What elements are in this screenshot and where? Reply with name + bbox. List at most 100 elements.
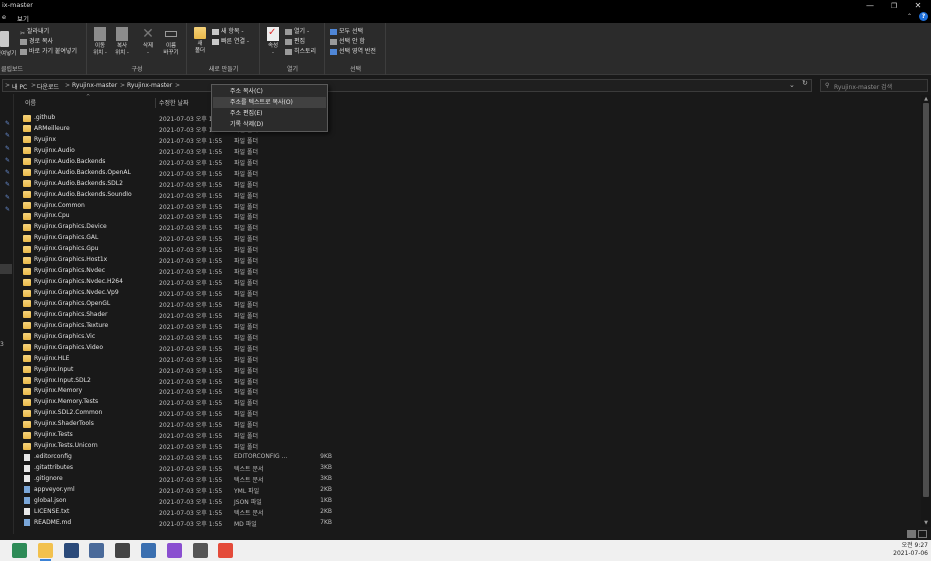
close-button[interactable]: ✕	[906, 0, 930, 11]
file-row[interactable]: Ryujinx.ShaderTools 2021-07-03 오후 1:55 파일 …	[20, 419, 800, 430]
properties-button[interactable]: ✓ 속성 -	[263, 27, 283, 57]
select-all-button[interactable]: 모두 선택	[330, 27, 363, 36]
address-lead-chevron[interactable]: >	[5, 82, 10, 89]
pin-icon[interactable]: ✎	[5, 181, 10, 188]
paste-shortcut-button[interactable]: 바로 가기 붙여넣기	[20, 47, 77, 56]
column-header-name[interactable]: 이름	[25, 98, 36, 108]
file-row[interactable]: ARMeilleure2021-07-03 오후 1:55파일 폴더	[20, 124, 800, 135]
file-row[interactable]: Ryujinx.SDL2.Common 2021-07-03 오후 1:55 파일 …	[20, 408, 800, 419]
file-row[interactable]: Ryujinx.Graphics.Nvdec.H264 2021-07-03 오후…	[20, 277, 800, 288]
app-icon[interactable]	[89, 543, 105, 558]
breadcrumb-sep[interactable]: >	[120, 82, 125, 89]
tool-icon[interactable]	[115, 543, 131, 558]
pin-icon[interactable]: ✎	[5, 194, 10, 201]
file-row[interactable]: README.md 2021-07-03 오후 1:55 MD 파일 7KB	[20, 518, 800, 529]
file-row[interactable]: Ryujinx.Memory.Tests 2021-07-03 오후 1:55 파일…	[20, 397, 800, 408]
menu-tab-view[interactable]: 보기	[17, 13, 29, 23]
breadcrumb-downloads[interactable]: 다운로드	[37, 82, 59, 91]
file-row[interactable]: .gitignore 2021-07-03 오후 1:55 텍스트 문서 3KB	[20, 474, 800, 485]
spreadsheet-icon[interactable]	[12, 543, 27, 558]
file-row[interactable]: global.json 2021-07-03 오후 1:55 JSON 파일 1KB	[20, 496, 800, 507]
system-clock[interactable]: 오전 9:27 2021-07-06	[893, 542, 928, 558]
refresh-icon[interactable]: ↻	[802, 79, 808, 87]
file-row[interactable]: appveyor.yml 2021-07-03 오후 1:55 YML 파일 2KB	[20, 485, 800, 496]
rename-button[interactable]: 이름 바꾸기	[161, 27, 181, 57]
file-row[interactable]: Ryujinx.Audio.Backends.SDL2 2021-07-03 오후…	[20, 179, 800, 190]
file-row[interactable]: Ryujinx.Cpu 2021-07-03 오후 1:55 파일 폴더	[20, 211, 800, 222]
breadcrumb-ryujinx-master-2[interactable]: Ryujinx-master	[127, 82, 172, 89]
file-row[interactable]: Ryujinx.Audio 2021-07-03 오후 1:55 파일 폴더	[20, 146, 800, 157]
pin-icon[interactable]: ✎	[5, 120, 10, 127]
file-row[interactable]: Ryujinx.Input.SDL2 2021-07-03 오후 1:55 파일 폴…	[20, 376, 800, 387]
file-row[interactable]: Ryujinx.Graphics.Texture 2021-07-03 오후 1:…	[20, 321, 800, 332]
pin-icon[interactable]: ✎	[5, 145, 10, 152]
delete-button[interactable]: ✕ 삭제 -	[138, 27, 158, 57]
nav-selected-item[interactable]	[0, 264, 12, 274]
file-explorer-icon[interactable]	[37, 543, 53, 561]
move-to-button[interactable]: 이동 위치 -	[90, 27, 110, 57]
open-button[interactable]: 열기 -	[285, 27, 309, 36]
maximize-button[interactable]: ❐	[882, 0, 906, 11]
pin-icon[interactable]: ✎	[5, 206, 10, 213]
large-icons-view-icon[interactable]	[918, 530, 927, 538]
file-row[interactable]: Ryujinx.Input 2021-07-03 오후 1:55 파일 폴더	[20, 365, 800, 376]
file-row[interactable]: Ryujinx.Graphics.Nvdec.Vp9 2021-07-03 오후 …	[20, 288, 800, 299]
breadcrumb-sep[interactable]: >	[175, 82, 180, 89]
scrollbar-thumb[interactable]	[923, 103, 929, 497]
address-dropdown-icon[interactable]: ⌄	[789, 81, 795, 89]
file-row[interactable]: Ryujinx.Tests.Unicorn 2021-07-03 오후 1:55 파…	[20, 441, 800, 452]
file-row[interactable]: Ryujinx.Graphics.OpenGL 2021-07-03 오후 1:5…	[20, 299, 800, 310]
ctx-copy-address-as-text[interactable]: 주소를 텍스트로 복사(O)	[213, 97, 326, 108]
nav-item-label[interactable]: 3	[0, 341, 4, 348]
file-row[interactable]: Ryujinx.HLE 2021-07-03 오후 1:55 파일 폴더	[20, 354, 800, 365]
file-row[interactable]: Ryujinx.Graphics.Shader 2021-07-03 오후 1:5…	[20, 310, 800, 321]
pin-icon[interactable]: ✎	[5, 157, 10, 164]
select-none-button[interactable]: 선택 안 함	[330, 37, 365, 46]
easy-access-button[interactable]: 빠른 연결 -	[212, 37, 249, 46]
ctx-copy-address[interactable]: 주소 복사(C)	[213, 86, 326, 97]
column-divider[interactable]	[155, 98, 156, 108]
file-row[interactable]: Ryujinx.Tests 2021-07-03 오후 1:55 파일 폴더	[20, 430, 800, 441]
file-row[interactable]: Ryujinx.Graphics.Host1x 2021-07-03 오후 1:5…	[20, 255, 800, 266]
copy-path-button[interactable]: 경로 복사	[20, 37, 53, 46]
chrome-icon[interactable]	[218, 543, 234, 558]
invert-selection-button[interactable]: 선택 영역 반전	[330, 47, 376, 56]
file-row[interactable]: Ryujinx.Audio.Backends.OpenAL 2021-07-03 …	[20, 168, 800, 179]
pin-icon[interactable]: ✎	[5, 132, 10, 139]
scroll-up-icon[interactable]: ▲	[921, 96, 931, 102]
file-row[interactable]: Ryujinx.Graphics.Video 2021-07-03 오후 1:55…	[20, 343, 800, 354]
file-row[interactable]: LICENSE.txt 2021-07-03 오후 1:55 텍스트 문서 2KB	[20, 507, 800, 518]
breadcrumb-this-pc[interactable]: 내 PC	[12, 82, 27, 91]
controller-icon[interactable]	[166, 543, 182, 558]
breadcrumb-ryujinx-master-1[interactable]: Ryujinx-master	[72, 82, 117, 89]
calculator-icon[interactable]	[141, 543, 156, 558]
help-icon[interactable]: ?	[919, 12, 928, 21]
history-button[interactable]: 히스토리	[285, 47, 316, 56]
ctx-delete-history[interactable]: 기록 삭제(D)	[213, 119, 326, 130]
file-row[interactable]: .github2021-07-03 오후 1:55파일 폴더	[20, 113, 800, 124]
paste-button[interactable]: 붙여넣기	[0, 49, 16, 57]
scroll-down-icon[interactable]: ▼	[921, 520, 931, 526]
breadcrumb-sep[interactable]: >	[65, 82, 70, 89]
file-row[interactable]: Ryujinx 2021-07-03 오후 1:55 파일 폴더	[20, 135, 800, 146]
cut-button[interactable]: ✂ 잘라내기	[20, 27, 49, 37]
ribbon-expand-icon[interactable]: ⌃	[907, 13, 912, 20]
minimize-button[interactable]: —	[858, 0, 882, 11]
menu-tab-share[interactable]: e	[2, 13, 6, 21]
file-row[interactable]: Ryujinx.Graphics.GAL 2021-07-03 오후 1:55 파일…	[20, 233, 800, 244]
file-row[interactable]: Ryujinx.Graphics.Vic 2021-07-03 오후 1:55 파일…	[20, 332, 800, 343]
details-view-icon[interactable]	[907, 530, 916, 538]
file-row[interactable]: .editorconfig 2021-07-03 오후 1:55 EDITORCON…	[20, 452, 800, 463]
file-row[interactable]: Ryujinx.Audio.Backends 2021-07-03 오후 1:55…	[20, 157, 800, 168]
ctx-edit-address[interactable]: 주소 편집(E)	[213, 108, 326, 119]
file-row[interactable]: .gitattributes 2021-07-03 오후 1:55 텍스트 문서 3K…	[20, 463, 800, 474]
new-folder-button[interactable]: 새 폴더	[190, 27, 210, 55]
copy-to-button[interactable]: 복사 위치 -	[112, 27, 132, 57]
file-row[interactable]: Ryujinx.Memory 2021-07-03 오후 1:55 파일 폴더	[20, 386, 800, 397]
pin-icon[interactable]: ✎	[5, 169, 10, 176]
game-icon[interactable]	[63, 543, 79, 558]
file-row[interactable]: Ryujinx.Graphics.Gpu 2021-07-03 오후 1:55 파일…	[20, 244, 800, 255]
file-row[interactable]: Ryujinx.Graphics.Nvdec 2021-07-03 오후 1:55…	[20, 266, 800, 277]
new-item-button[interactable]: 새 항목 -	[212, 27, 244, 36]
settings-icon[interactable]	[192, 543, 208, 558]
